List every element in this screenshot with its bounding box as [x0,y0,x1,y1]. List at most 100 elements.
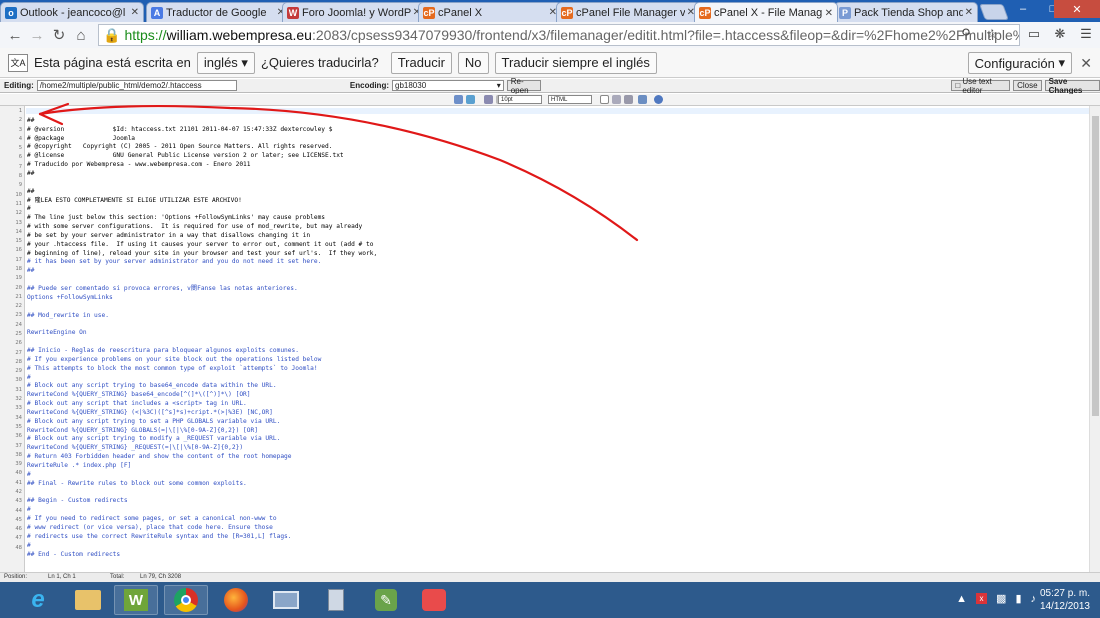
word-icon[interactable]: W [114,585,158,615]
code-line: # @version $Id: htaccess.txt 21101 2011-… [27,125,333,133]
scrollbar-thumb[interactable] [1092,116,1099,416]
code-line: # [27,506,31,514]
url-field[interactable]: 🔒 https:// william.webempresa.eu :2083/c… [98,24,1020,46]
code-line: # [27,541,31,549]
battery-icon[interactable]: ▮ [1015,592,1021,605]
chrome-icon[interactable] [164,585,208,615]
system-tray: ▲ x ▩ ▮ ♪ [956,592,1037,606]
line-number: 3 [18,126,22,133]
fullscreen-icon[interactable] [638,95,647,104]
reset-highlight-icon[interactable] [624,95,633,104]
cpanel-icon: cP [423,6,435,19]
extensions-gear-icon[interactable]: ❋ [1050,24,1070,44]
flag-icon[interactable]: x [976,593,988,604]
line-number: 40 [15,470,22,477]
volume-icon[interactable]: ♪ [1031,593,1037,605]
syntax-select[interactable]: HTML [548,95,592,104]
windows-taskbar: e W ✎ ▲ x ▩ ▮ ♪ 05:27 p. m. 14/12/2013 [0,582,1100,618]
line-number: 31 [15,386,22,393]
tab-label: Foro Joomla! y WordP [302,6,411,19]
encoding-select[interactable]: gb18030 ▾ [392,80,504,91]
code-line: # Block out any script that includes a <… [27,400,247,408]
minimize-icon[interactable]: – [1008,0,1038,18]
help-icon[interactable] [654,95,663,104]
bookmark-star-icon[interactable]: ☆ [982,24,1002,44]
browser-tab[interactable]: P Pack Tienda Shop and ✕ [834,2,978,22]
toggle-editor-icon[interactable] [600,95,609,104]
line-number: 13 [15,219,22,226]
line-number: 6 [18,154,22,161]
reload-icon[interactable]: ↻ [48,24,70,46]
line-number: 26 [15,340,22,347]
clock[interactable]: 05:27 p. m. 14/12/2013 [1040,587,1090,613]
back-icon[interactable]: ← [4,24,26,46]
code-line: # Return 403 Forbidden header and show t… [27,453,292,461]
close-icon[interactable]: ✕ [1080,55,1092,72]
remote-desktop-icon[interactable] [264,585,308,615]
language-select[interactable]: inglés ▾ [196,51,255,74]
encoding-label: Encoding: [349,81,389,90]
no-translate-button[interactable]: No [457,51,489,74]
code-line: # www redirect (or vice versa), place th… [27,523,273,531]
line-number: 1 [18,108,22,114]
line-number: 9 [18,182,22,189]
internet-explorer-icon[interactable]: e [16,585,60,615]
translate-button[interactable]: Traducir [390,51,452,74]
tab-close-icon[interactable]: ✕ [965,7,973,18]
code-editor[interactable]: 1 2 3 4 5 6 7 8 9 10 11 12 13 14 15 16 17 18 19 20 21 22 23 24 2… [0,106,1089,572]
line-number-gutter: 1 2 3 4 5 6 7 8 9 10 11 12 13 14 15 16 17 18 19 20 21 22 23 24 2… [0,106,25,572]
code-line: ## Final - Rewrite rules to block out so… [27,479,247,487]
code-line: # be set by your server administrator in… [27,231,311,239]
url-host: william.webempresa.eu [166,27,312,43]
font-size-select[interactable]: 10pt [498,95,542,104]
save-changes-button[interactable]: Save Changes [1044,77,1100,95]
extension-icon[interactable]: ▭ [1024,24,1044,44]
line-number: 19 [15,275,22,282]
translate-settings-button[interactable]: Configuración ▾ [967,52,1072,74]
forward-icon[interactable]: → [26,24,48,46]
code-line: # 隆LEA ESTO COMPLETAMENTE SI ELIGE UTILI… [27,196,242,204]
search-icon[interactable] [454,95,463,104]
undo-icon[interactable] [484,95,493,104]
status-bar: Position: Ln 1, Ch 1 Total: Ln 79, Ch 32… [0,572,1100,582]
code-line: # [27,373,31,381]
line-number: 47 [15,535,22,542]
show-hidden-icons[interactable]: ▲ [956,593,967,605]
line-number: 41 [15,479,22,486]
close-button[interactable]: Close [1013,80,1042,91]
network-icon[interactable]: ▩ [996,592,1006,605]
menu-icon[interactable]: ☰ [1076,24,1096,44]
file-explorer-icon[interactable] [66,585,110,615]
code-line: ## Inicio - Reglas de reescritura para b… [27,346,299,354]
editing-path-field[interactable]: /home2/multiple/public_html/demo2/.htacc… [36,80,237,91]
camera-app-icon[interactable] [412,585,456,615]
search-icon[interactable]: ⚲ [956,24,976,44]
highlight-icon[interactable] [612,95,621,104]
browser-tab[interactable]: A Traductor de Google ✕ [146,2,290,22]
tab-close-icon[interactable]: ✕ [825,8,833,19]
calculator-icon[interactable] [314,585,358,615]
close-icon[interactable]: ✕ [1054,0,1100,18]
new-tab-button[interactable] [979,4,1009,20]
pencil-app-icon[interactable]: ✎ [364,585,408,615]
text-editor-button[interactable]: □ Use text editor [951,77,1011,95]
vertical-scrollbar[interactable] [1089,106,1100,572]
browser-tab[interactable]: cP cPanel X ✕ [418,2,562,22]
code-line: RewriteRule .* index.php [F] [27,462,132,469]
reopen-button[interactable]: Re-open [506,77,542,95]
browser-tab[interactable]: cP cPanel X - File Manag ✕ [694,2,838,22]
browser-tab[interactable]: o Outlook - jeancoco@l ✕ [0,2,144,22]
code-line: # [27,205,31,213]
browser-tab[interactable]: cP cPanel File Manager v ✕ [556,2,700,22]
home-icon[interactable]: ⌂ [70,24,92,46]
goto-line-icon[interactable] [466,95,475,104]
firefox-icon[interactable] [214,585,258,615]
code-line: RewriteCond %{QUERY_STRING} GLOBALS(=|\[… [27,426,258,434]
line-number: 23 [15,312,22,319]
line-number: 16 [15,247,22,254]
google-translate-icon: A [151,6,163,19]
translate-question: ¿Quieres traducirla? [260,55,379,70]
browser-tab[interactable]: W Foro Joomla! y WordP ✕ [282,2,426,22]
tab-close-icon[interactable]: ✕ [131,7,139,18]
always-translate-button[interactable]: Traducir siempre el inglés [494,51,657,74]
